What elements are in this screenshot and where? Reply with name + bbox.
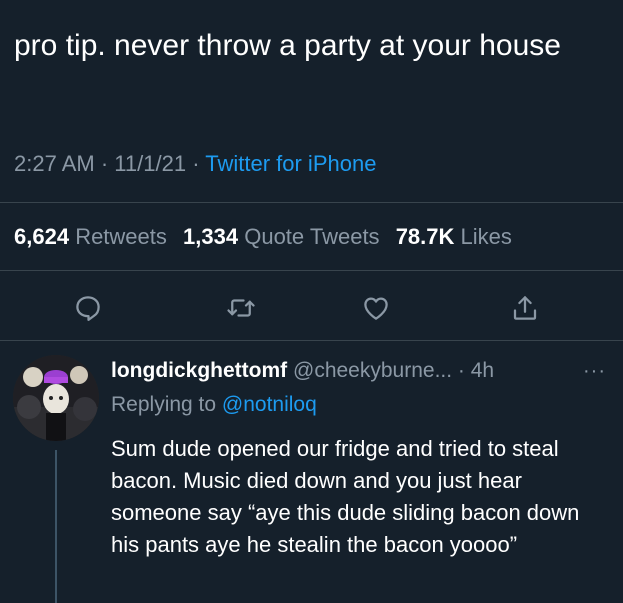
tweet-source-link[interactable]: Twitter for iPhone [205,151,376,176]
meta-separator: · [100,151,115,176]
likes-label: Likes [460,224,512,249]
reply-avatar[interactable] [13,355,99,441]
share-icon [513,296,537,320]
tweet-actions-bar [0,286,623,330]
reply-time[interactable]: 4h [471,359,494,382]
divider [0,340,623,341]
avatar-image [13,355,99,441]
like-icon [364,297,388,320]
retweet-icon [227,299,255,317]
tweet-text: pro tip. never throw a party at your hou… [14,29,561,62]
likes-count: 78.7K [395,224,455,249]
meta-separator: · [192,151,206,176]
replying-prefix: Replying to [111,393,217,416]
reply-text: Sum dude opened our fridge and tried to … [111,436,580,557]
reply-display-name[interactable]: longdickghettomf [111,359,287,382]
retweet-button[interactable] [221,286,261,330]
share-button[interactable] [505,286,545,330]
tweet-meta: 2:27 AM · 11/1/21 · Twitter for iPhone [14,151,376,177]
retweets-stat[interactable]: 6,624 Retweets [14,224,167,249]
tweet-date[interactable]: 11/1/21 [114,151,186,176]
reply-header: longdickghettomf @cheekyburne... · 4h ··… [111,356,616,386]
reply-button[interactable] [68,286,108,330]
more-options-icon[interactable]: ··· [583,356,606,386]
divider [0,202,623,203]
like-button[interactable] [356,286,396,330]
replying-to: Replying to @notniloq [111,390,616,420]
likes-stat[interactable]: 78.7K Likes [396,224,512,249]
quote-tweets-label: Quote Tweets [244,224,380,249]
replying-handle-link[interactable]: @notniloq [222,393,317,416]
quote-tweets-count: 1,334 [183,224,239,249]
tweet-stats: 6,624 Retweets 1,334 Quote Tweets 78.7K … [14,224,512,250]
quote-tweets-stat[interactable]: 1,334 Quote Tweets [183,224,380,249]
retweets-count: 6,624 [14,224,70,249]
divider [0,270,623,271]
reply-icon [76,296,100,321]
meta-separator: · [457,359,471,382]
reply-handle[interactable]: @cheekyburne... [293,359,452,382]
thread-line [55,450,57,603]
tweet-time[interactable]: 2:27 AM [14,151,95,176]
tweet-detail-view: pro tip. never throw a party at your hou… [0,0,623,603]
retweets-label: Retweets [75,224,167,249]
reply-tweet[interactable]: longdickghettomf @cheekyburne... · 4h ··… [111,356,616,561]
